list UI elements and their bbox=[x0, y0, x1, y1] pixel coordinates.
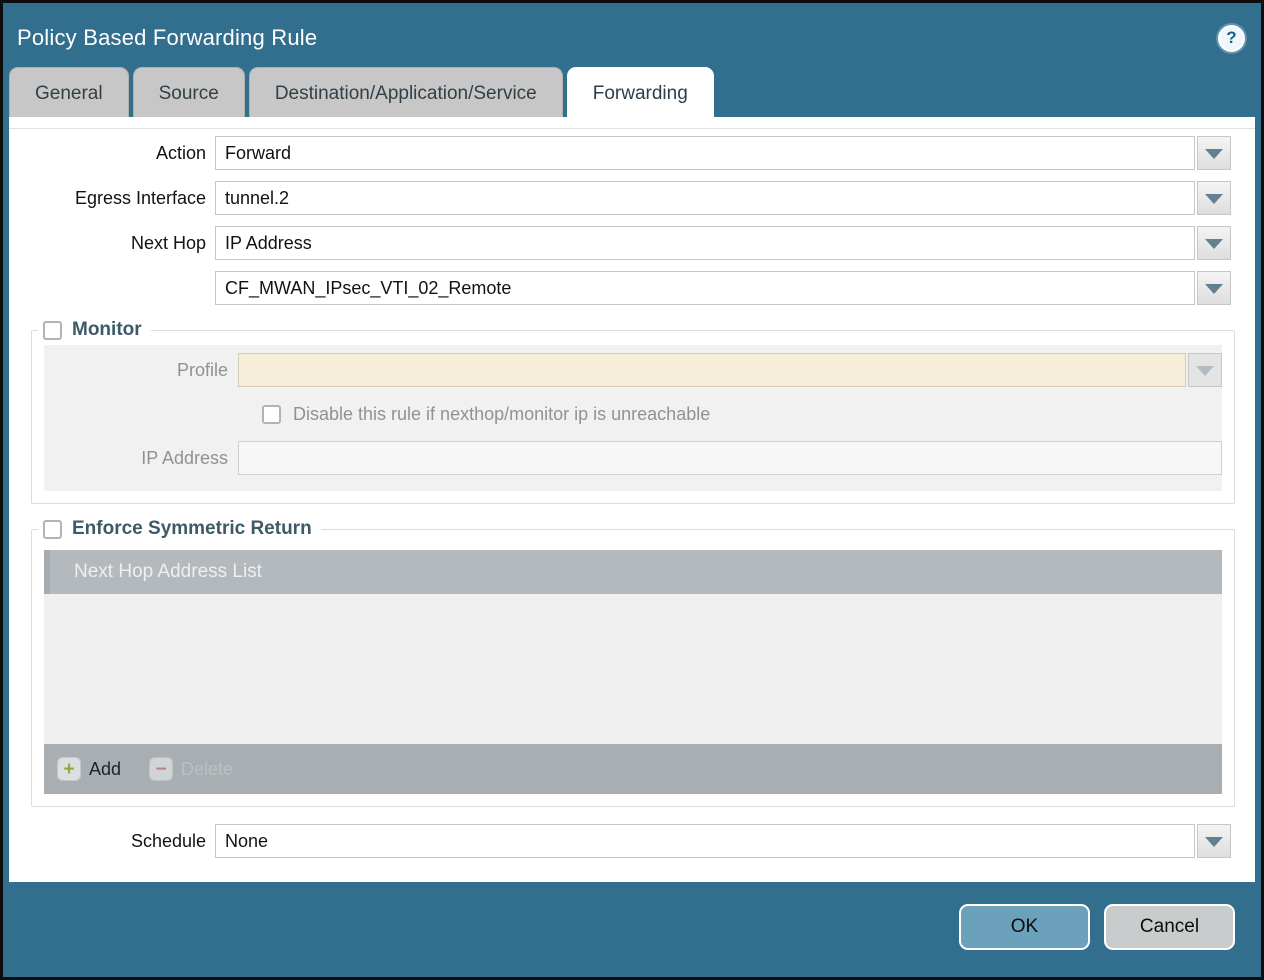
monitor-disabled-panel: Profile Disable this rule if nexthop/mon… bbox=[44, 345, 1222, 491]
pbf-rule-dialog: Policy Based Forwarding Rule ? General S… bbox=[0, 0, 1264, 980]
monitor-ip-row: IP Address bbox=[44, 441, 1222, 475]
chevron-down-icon bbox=[1205, 194, 1223, 204]
action-label: Action bbox=[9, 143, 215, 164]
tab-source[interactable]: Source bbox=[133, 67, 245, 117]
plus-icon: + bbox=[57, 757, 81, 781]
profile-dropdown[interactable] bbox=[238, 353, 1222, 387]
dialog-title: Policy Based Forwarding Rule bbox=[17, 25, 317, 51]
cancel-button[interactable]: Cancel bbox=[1104, 904, 1235, 950]
monitor-ip-input[interactable] bbox=[238, 441, 1222, 475]
forwarding-tab-panel: Action Forward Egress Interface tunnel.2… bbox=[9, 117, 1255, 882]
egress-interface-value[interactable]: tunnel.2 bbox=[215, 181, 1195, 215]
chevron-down-icon bbox=[1205, 149, 1223, 159]
next-hop-type-value[interactable]: IP Address bbox=[215, 226, 1195, 260]
enforce-symmetric-return-legend-label: Enforce Symmetric Return bbox=[72, 518, 312, 540]
next-hop-address-list-toolbar: + Add − Delete bbox=[44, 744, 1222, 794]
disable-rule-label: Disable this rule if nexthop/monitor ip … bbox=[293, 404, 710, 425]
next-hop-address-dropdown[interactable]: CF_MWAN_IPsec_VTI_02_Remote bbox=[215, 271, 1231, 305]
monitor-group: Monitor Profile Disable this rule if nex… bbox=[31, 319, 1235, 504]
tab-bar: General Source Destination/Application/S… bbox=[3, 67, 1261, 117]
profile-row: Profile bbox=[44, 353, 1222, 387]
schedule-dropdown[interactable]: None bbox=[215, 824, 1231, 858]
next-hop-address-row: CF_MWAN_IPsec_VTI_02_Remote bbox=[9, 271, 1231, 305]
delete-button[interactable]: − Delete bbox=[149, 757, 233, 781]
minus-icon: − bbox=[149, 757, 173, 781]
enforce-symmetric-return-checkbox[interactable] bbox=[43, 520, 62, 539]
chevron-down-icon bbox=[1196, 366, 1214, 376]
disable-rule-checkbox[interactable] bbox=[262, 405, 281, 424]
next-hop-type-dropdown-button[interactable] bbox=[1197, 226, 1231, 260]
action-value[interactable]: Forward bbox=[215, 136, 1195, 170]
egress-interface-label: Egress Interface bbox=[9, 188, 215, 209]
action-dropdown-button[interactable] bbox=[1197, 136, 1231, 170]
chevron-down-icon bbox=[1205, 284, 1223, 294]
egress-interface-dropdown-button[interactable] bbox=[1197, 181, 1231, 215]
next-hop-address-list-header: Next Hop Address List bbox=[44, 550, 1222, 594]
chevron-down-icon bbox=[1205, 239, 1223, 249]
profile-dropdown-button[interactable] bbox=[1188, 353, 1222, 387]
disable-rule-row: Disable this rule if nexthop/monitor ip … bbox=[262, 404, 1222, 425]
next-hop-address-value[interactable]: CF_MWAN_IPsec_VTI_02_Remote bbox=[215, 271, 1195, 305]
monitor-checkbox[interactable] bbox=[43, 321, 62, 340]
dialog-titlebar: Policy Based Forwarding Rule ? bbox=[3, 3, 1261, 67]
monitor-ip-field-wrap bbox=[238, 441, 1222, 475]
schedule-label: Schedule bbox=[9, 831, 215, 852]
monitor-legend: Monitor bbox=[38, 319, 151, 341]
add-button[interactable]: + Add bbox=[57, 757, 121, 781]
next-hop-address-dropdown-button[interactable] bbox=[1197, 271, 1231, 305]
dialog-footer: OK Cancel bbox=[3, 882, 1261, 977]
panel-top-divider bbox=[9, 117, 1255, 129]
next-hop-address-list-table: Next Hop Address List + Add − Delete bbox=[44, 550, 1222, 794]
tab-forwarding[interactable]: Forwarding bbox=[567, 67, 714, 117]
profile-label: Profile bbox=[44, 360, 238, 381]
monitor-ip-label: IP Address bbox=[44, 448, 238, 469]
egress-interface-dropdown[interactable]: tunnel.2 bbox=[215, 181, 1231, 215]
enforce-symmetric-return-legend: Enforce Symmetric Return bbox=[38, 518, 321, 540]
help-icon[interactable]: ? bbox=[1218, 25, 1245, 52]
egress-interface-row: Egress Interface tunnel.2 bbox=[9, 181, 1231, 215]
schedule-value[interactable]: None bbox=[215, 824, 1195, 858]
schedule-dropdown-button[interactable] bbox=[1197, 824, 1231, 858]
monitor-legend-label: Monitor bbox=[72, 319, 142, 341]
tab-general[interactable]: General bbox=[9, 67, 129, 117]
next-hop-row: Next Hop IP Address bbox=[9, 226, 1231, 260]
next-hop-address-list-body bbox=[44, 594, 1222, 744]
next-hop-label: Next Hop bbox=[9, 233, 215, 254]
ok-button[interactable]: OK bbox=[959, 904, 1090, 950]
schedule-row: Schedule None bbox=[9, 824, 1231, 858]
action-row: Action Forward bbox=[9, 136, 1231, 170]
next-hop-type-dropdown[interactable]: IP Address bbox=[215, 226, 1231, 260]
chevron-down-icon bbox=[1205, 837, 1223, 847]
add-button-label: Add bbox=[89, 759, 121, 780]
action-dropdown[interactable]: Forward bbox=[215, 136, 1231, 170]
enforce-symmetric-return-group: Enforce Symmetric Return Next Hop Addres… bbox=[31, 518, 1235, 807]
delete-button-label: Delete bbox=[181, 759, 233, 780]
profile-value[interactable] bbox=[238, 353, 1186, 387]
tab-destination-application-service[interactable]: Destination/Application/Service bbox=[249, 67, 563, 117]
